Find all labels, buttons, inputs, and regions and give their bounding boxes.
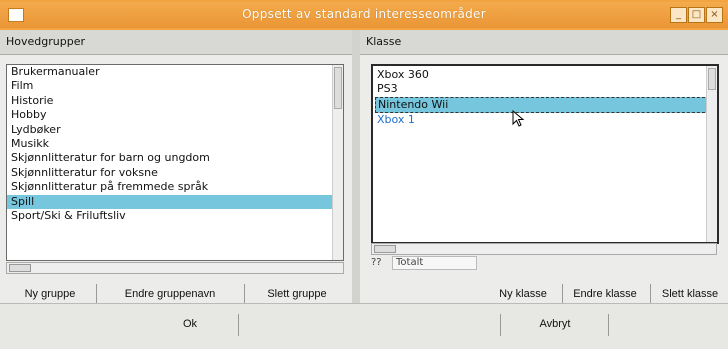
minimize-icon[interactable]: _ — [670, 7, 687, 23]
maximize-icon[interactable]: □ — [688, 7, 705, 23]
main-groups-header-label: Hovedgrupper — [6, 35, 85, 48]
close-icon[interactable]: × — [706, 7, 723, 23]
main-groups-hscroll[interactable] — [6, 262, 344, 274]
title-bar[interactable]: Oppsett av standard interesseområder _ □… — [0, 2, 728, 28]
dialog-content: Hovedgrupper Brukermanualer Film Historie H… — [0, 30, 728, 349]
class-list-item[interactable]: Xbox 1 — [373, 113, 717, 127]
class-list-item[interactable]: Nintendo Wii — [375, 96, 715, 114]
ok-button[interactable]: Ok — [150, 314, 230, 334]
delete-group-button[interactable]: Slett gruppe — [250, 284, 344, 304]
window-frame: Oppsett av standard interesseområder _ □… — [0, 0, 728, 349]
group-list-item[interactable]: Skjønnlitteratur for voksne — [7, 166, 343, 180]
group-list-item[interactable]: Skjønnlitteratur for barn og ungdom — [7, 151, 343, 165]
group-list-item[interactable]: Spill — [7, 194, 343, 209]
class-header-label: Klasse — [366, 35, 402, 48]
group-list-item[interactable]: Brukermanualer — [7, 65, 343, 79]
group-list-item[interactable]: Musikk — [7, 137, 343, 151]
rename-group-button[interactable]: Endre gruppenavn — [102, 284, 238, 304]
main-groups-pane: Hovedgrupper Brukermanualer Film Historie H… — [0, 30, 352, 304]
class-list-item[interactable]: Xbox 360 — [373, 68, 717, 82]
group-list-item[interactable]: Historie — [7, 94, 343, 108]
button-separator — [238, 314, 239, 336]
mouse-pointer-icon — [512, 110, 525, 127]
group-list-item[interactable]: Lydbøker — [7, 123, 343, 137]
main-groups-vscroll-thumb[interactable] — [334, 67, 342, 109]
class-hscroll[interactable] — [371, 243, 717, 255]
new-group-button[interactable]: Ny gruppe — [10, 284, 90, 304]
main-groups-hscroll-thumb[interactable] — [9, 264, 31, 272]
new-class-button[interactable]: Ny klasse — [488, 284, 558, 304]
dialog-footer: Ok Avbryt — [0, 303, 728, 349]
class-pane: Klasse Xbox 360 PS3 Nintendo Wii Xbox 1 ?? … — [360, 30, 728, 304]
button-separator — [500, 314, 501, 336]
main-groups-list[interactable]: Brukermanualer Film Historie Hobby Lydbøker M… — [6, 64, 344, 261]
class-list[interactable]: Xbox 360 PS3 Nintendo Wii Xbox 1 — [371, 64, 719, 244]
pane-splitter[interactable] — [352, 30, 360, 304]
main-groups-vscroll[interactable] — [332, 65, 343, 260]
group-list-item[interactable]: Film — [7, 79, 343, 93]
window-title: Oppsett av standard interesseområder — [242, 7, 486, 21]
group-list-item[interactable]: Sport/Ski & Friluftsliv — [7, 209, 343, 223]
class-count-field: Totalt — [392, 256, 477, 270]
class-vscroll-thumb[interactable] — [708, 68, 716, 90]
class-count-label: ?? — [371, 257, 382, 268]
cancel-button[interactable]: Avbryt — [510, 314, 600, 334]
edit-class-button[interactable]: Endre klasse — [566, 284, 644, 304]
main-groups-header[interactable]: Hovedgrupper — [0, 30, 352, 55]
delete-class-button[interactable]: Slett klasse — [655, 284, 725, 304]
button-separator — [608, 314, 609, 336]
class-list-item[interactable]: PS3 — [373, 82, 717, 96]
class-hscroll-thumb[interactable] — [374, 245, 396, 253]
group-list-item[interactable]: Skjønnlitteratur på fremmede språk — [7, 180, 343, 194]
class-header[interactable]: Klasse — [360, 30, 728, 55]
group-list-item[interactable]: Hobby — [7, 108, 343, 122]
class-vscroll[interactable] — [706, 66, 717, 242]
